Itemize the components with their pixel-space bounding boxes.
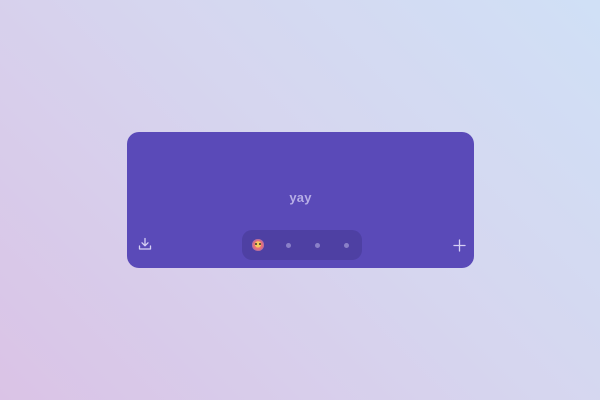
emoji-face-icon: [252, 239, 264, 251]
dot-icon: [314, 242, 320, 248]
plus-icon: [452, 238, 466, 252]
page-dot-2[interactable]: [281, 238, 295, 252]
page-item-emoji[interactable]: [251, 238, 265, 252]
dot-icon: [285, 242, 291, 248]
card-text: yay: [289, 190, 312, 205]
add-button[interactable]: [449, 235, 469, 255]
page-dot-4[interactable]: [339, 238, 353, 252]
download-button[interactable]: [135, 234, 155, 254]
page-dot-3[interactable]: [310, 238, 324, 252]
card: yay: [127, 132, 474, 268]
download-icon: [138, 237, 152, 250]
page-selector: [242, 230, 362, 260]
dot-icon: [343, 242, 349, 248]
